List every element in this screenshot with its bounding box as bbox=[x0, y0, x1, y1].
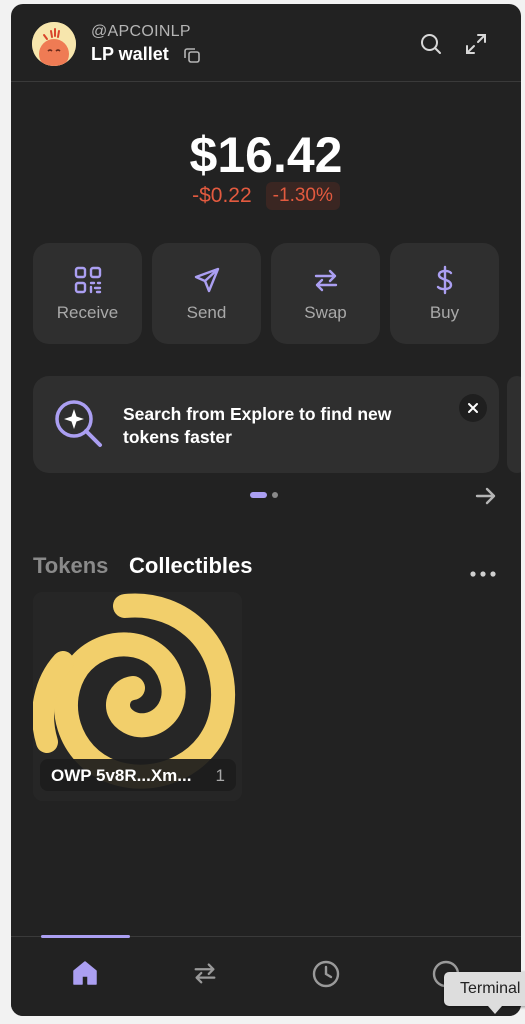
page-dot[interactable] bbox=[272, 492, 278, 498]
arrow-right-icon[interactable] bbox=[474, 485, 498, 512]
search-icon[interactable] bbox=[419, 32, 443, 61]
change-amount: -$0.22 bbox=[192, 184, 252, 207]
banner-pagination bbox=[250, 492, 278, 498]
collectible-count: 1 bbox=[215, 766, 225, 785]
dollar-icon bbox=[436, 265, 452, 295]
send-icon bbox=[194, 267, 219, 293]
collectible-label: OWP 5v8R...Xm... 1 bbox=[40, 759, 236, 791]
swap-nav-icon[interactable] bbox=[191, 959, 219, 992]
sparkle-search-icon bbox=[53, 398, 105, 455]
tab-collectibles[interactable]: Collectibles bbox=[129, 553, 252, 579]
close-icon bbox=[468, 403, 478, 413]
send-label: Send bbox=[186, 303, 227, 322]
balance-change: -$0.22 -1.30% bbox=[11, 182, 521, 210]
collectible-card[interactable]: OWP 5v8R...Xm... 1 bbox=[33, 592, 242, 801]
active-tab-indicator bbox=[41, 935, 130, 938]
copy-icon[interactable] bbox=[183, 46, 201, 69]
collectible-name: OWP 5v8R...Xm... bbox=[51, 766, 192, 785]
receive-button[interactable]: Receive bbox=[33, 243, 142, 344]
buy-button[interactable]: Buy bbox=[390, 243, 499, 344]
banner-text: Search from Explore to find new tokens f… bbox=[123, 404, 392, 447]
total-balance: $16.42 bbox=[189, 127, 343, 183]
close-banner-button[interactable] bbox=[459, 394, 487, 422]
page-dot-active[interactable] bbox=[250, 492, 267, 498]
wallet-name[interactable]: LP wallet bbox=[91, 44, 169, 65]
tooltip-pointer bbox=[488, 1006, 502, 1014]
tab-tokens[interactable]: Tokens bbox=[33, 553, 108, 579]
explore-tip-banner[interactable]: Search from Explore to find new tokens f… bbox=[33, 376, 499, 473]
swap-button[interactable]: Swap bbox=[271, 243, 380, 344]
swap-label: Swap bbox=[304, 303, 347, 322]
send-button[interactable]: Send bbox=[152, 243, 261, 344]
more-options-icon[interactable] bbox=[470, 564, 496, 582]
avatar[interactable] bbox=[32, 22, 76, 66]
wallet-window: @APCOINLP LP wallet $16.42 -$0.22 -1.30% bbox=[11, 4, 521, 1016]
history-icon[interactable] bbox=[311, 959, 341, 994]
tooltip: Terminal bbox=[444, 972, 525, 1006]
expand-icon[interactable] bbox=[464, 32, 488, 61]
change-percent-badge: -1.30% bbox=[265, 182, 340, 210]
qr-code-icon bbox=[74, 266, 101, 294]
account-handle: @APCOINLP bbox=[91, 23, 191, 40]
next-banner-card[interactable] bbox=[507, 376, 521, 473]
receive-label: Receive bbox=[56, 303, 119, 322]
swap-icon bbox=[314, 269, 337, 292]
buy-label: Buy bbox=[429, 303, 460, 322]
home-icon[interactable] bbox=[71, 959, 99, 992]
tooltip-text: Terminal bbox=[460, 980, 521, 997]
header: @APCOINLP LP wallet bbox=[11, 4, 521, 82]
